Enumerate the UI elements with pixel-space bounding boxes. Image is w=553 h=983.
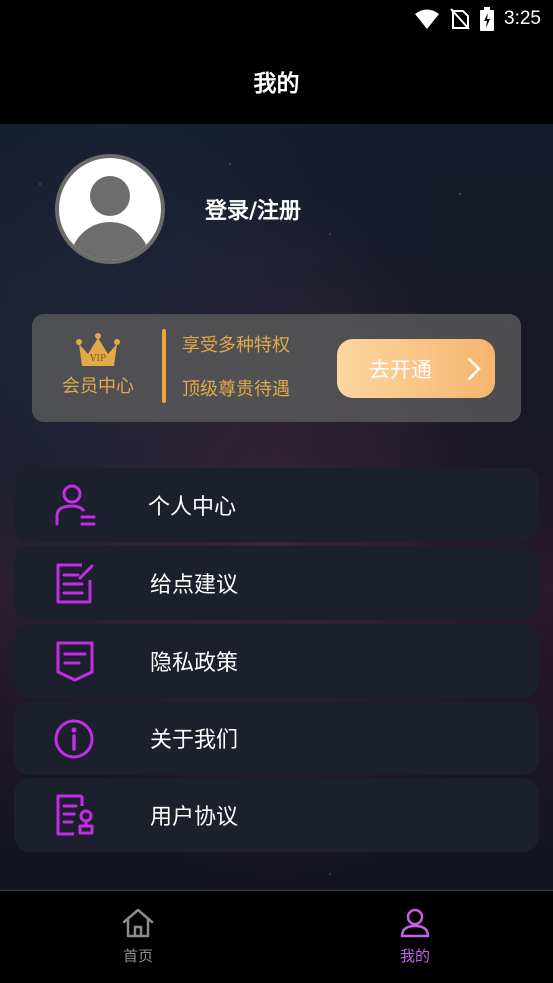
- agreement-stamp-icon: [56, 794, 94, 836]
- avatar-body: [70, 222, 150, 260]
- menu-label: 个人中心: [148, 495, 237, 520]
- menu-item-feedback[interactable]: 给点建议: [14, 546, 539, 620]
- profile-section[interactable]: 登录/注册: [55, 154, 301, 264]
- home-icon: [122, 908, 154, 938]
- vip-perk-2: 顶级尊贵待遇: [182, 379, 290, 400]
- header: 我的: [0, 38, 553, 124]
- status-bar: 3:25: [0, 0, 553, 38]
- tab-mine[interactable]: 我的: [375, 907, 455, 966]
- status-time: 3:25: [504, 8, 541, 29]
- user-icon: [400, 908, 430, 938]
- bottom-tab-bar: 首页 我的: [0, 891, 553, 983]
- default-avatar-icon[interactable]: [55, 154, 165, 264]
- menu-label: 给点建议: [150, 573, 239, 598]
- chevron-right-icon: [467, 357, 481, 381]
- menu-label: 用户协议: [150, 805, 239, 830]
- vip-center-label: 会员中心: [62, 376, 134, 397]
- vip-activate-button[interactable]: 去开通: [337, 339, 495, 398]
- vip-activate-label: 去开通: [369, 357, 432, 382]
- user-profile-icon: [55, 484, 96, 526]
- login-register-link[interactable]: 登录/注册: [205, 193, 301, 225]
- tab-mine-label: 我的: [399, 947, 430, 965]
- tab-home[interactable]: 首页: [98, 907, 178, 966]
- vip-card[interactable]: VIP 会员中心 享受多种特权 顶级尊贵待遇 去开通: [32, 314, 521, 422]
- info-icon: [54, 719, 94, 759]
- vip-perk-1: 享受多种特权: [182, 335, 290, 356]
- vip-center[interactable]: VIP 会员中心: [54, 332, 142, 398]
- menu-item-personal-center[interactable]: 个人中心: [14, 468, 539, 542]
- edit-note-icon: [56, 563, 94, 604]
- vip-divider: [162, 329, 166, 403]
- status-icons: 3:25: [414, 7, 541, 31]
- vip-badge-text: VIP: [89, 354, 106, 364]
- menu-label: 关于我们: [150, 728, 239, 753]
- message-doc-icon: [56, 641, 94, 682]
- avatar-head: [90, 176, 130, 216]
- no-sim-icon: [450, 8, 470, 30]
- battery-charging-icon: [480, 7, 495, 31]
- tab-home-label: 首页: [122, 947, 153, 965]
- crown-icon: VIP: [76, 333, 120, 366]
- menu-item-user-agreement[interactable]: 用户协议: [14, 778, 539, 852]
- menu-item-privacy-policy[interactable]: 隐私政策: [14, 624, 539, 698]
- menu-item-about-us[interactable]: 关于我们: [14, 701, 539, 775]
- menu-label: 隐私政策: [150, 651, 239, 676]
- page-title: 我的: [253, 71, 300, 97]
- wifi-icon: [415, 9, 440, 29]
